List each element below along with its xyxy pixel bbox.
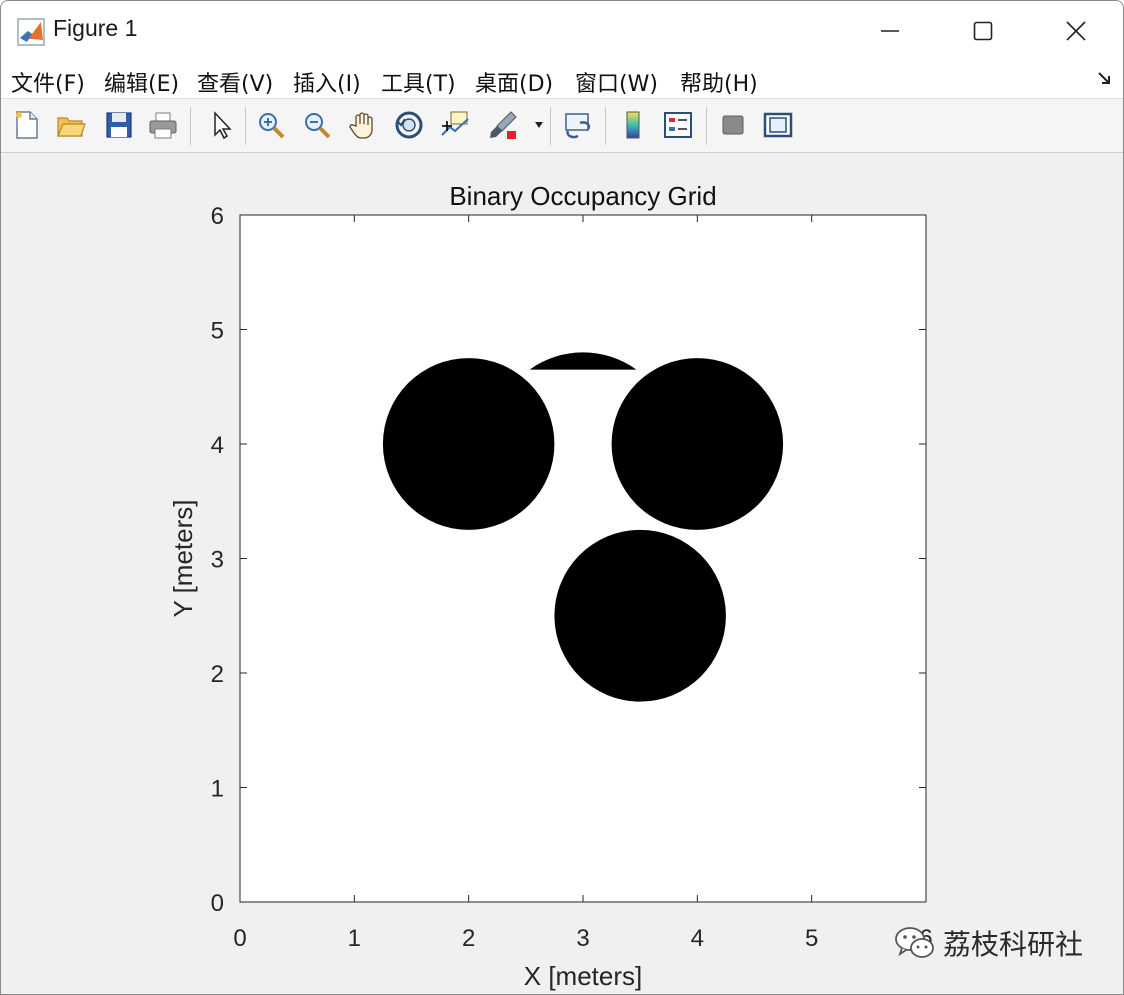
rotate-3d-button[interactable] — [391, 107, 427, 143]
y-tick-label: 1 — [211, 776, 224, 803]
y-tick-label: 0 — [211, 890, 224, 917]
link-plot-icon — [565, 113, 591, 139]
y-tick-label: 5 — [211, 318, 224, 345]
open-file-icon — [57, 117, 86, 137]
menu-desktop[interactable]: 桌面(D) — [475, 66, 553, 98]
legend-icon — [664, 112, 692, 138]
hide-plot-tools-button[interactable] — [715, 107, 751, 143]
menu-help[interactable]: 帮助(H) — [680, 66, 758, 98]
data-cursor-button[interactable] — [437, 107, 473, 143]
rotate-3d-icon — [395, 111, 423, 139]
x-tick-label: 0 — [233, 925, 246, 952]
close-icon — [1066, 21, 1086, 41]
zoom-out-button[interactable] — [299, 107, 335, 143]
toolbar-separator — [245, 107, 246, 145]
matlab-logo-icon — [17, 18, 45, 46]
window-title: Figure 1 — [53, 15, 138, 41]
minimize-button[interactable] — [843, 1, 937, 61]
obstacle-circle-3 — [554, 529, 726, 702]
brush-dropdown-arrow-icon[interactable] — [534, 121, 544, 129]
y-tick-label: 6 — [211, 203, 224, 230]
minimize-icon — [881, 30, 899, 32]
y-tick-label: 2 — [211, 661, 224, 688]
brush-icon — [490, 111, 517, 139]
link-plot-button[interactable] — [560, 107, 596, 143]
brush-button[interactable] — [485, 107, 521, 143]
print-icon — [149, 112, 177, 139]
pointer-icon — [214, 111, 232, 140]
hide-plot-tools-icon — [722, 115, 744, 135]
x-tick-label: 4 — [691, 925, 704, 952]
menu-window[interactable]: 窗口(W) — [575, 66, 658, 98]
y-axis-label: Y [meters] — [168, 499, 198, 617]
zoom-in-icon — [259, 113, 285, 139]
data-cursor-icon — [441, 111, 469, 136]
toolbar-separator — [190, 107, 191, 145]
wechat-icon — [895, 927, 934, 958]
colorbar-button[interactable] — [615, 107, 651, 143]
x-tick-label: 5 — [805, 925, 818, 952]
pan-button[interactable] — [345, 107, 381, 143]
watermark-text: 荔枝科研社 — [943, 928, 1084, 961]
show-plot-tools-button[interactable] — [760, 107, 796, 143]
print-button[interactable] — [145, 107, 181, 143]
pan-hand-icon — [349, 112, 373, 139]
plot-title: Binary Occupancy Grid — [449, 181, 716, 211]
figure-canvas: 01234560123456 Binary Occupancy Grid X [… — [5, 153, 1119, 991]
show-plot-tools-icon — [763, 112, 793, 138]
new-figure-icon — [16, 111, 38, 139]
zoom-out-icon — [305, 113, 331, 139]
open-file-button[interactable] — [53, 107, 89, 143]
zoom-in-button[interactable] — [253, 107, 289, 143]
maximize-icon — [973, 21, 993, 41]
new-figure-button[interactable] — [9, 107, 45, 143]
select-button[interactable] — [203, 107, 239, 143]
legend-button[interactable] — [660, 107, 696, 143]
close-button[interactable] — [1029, 1, 1123, 61]
menu-edit[interactable]: 编辑(E) — [104, 66, 179, 98]
y-tick-label: 4 — [211, 432, 224, 459]
maximize-button[interactable] — [936, 1, 1030, 61]
title-bar: Figure 1 — [1, 1, 1123, 61]
menu-view[interactable]: 查看(V) — [197, 66, 273, 98]
obstacle-circle-1 — [382, 358, 555, 530]
save-button[interactable] — [101, 107, 137, 143]
y-tick-label: 3 — [211, 547, 224, 574]
occupancy-grid-plot[interactable]: 0 1 2 3 4 5 60123456 Binary Occupancy Grid X [… — [5, 153, 1119, 991]
obstacle-circle-2 — [611, 358, 784, 530]
toolbar-separator — [550, 107, 551, 145]
x-tick-label: 3 — [576, 925, 589, 952]
menu-file[interactable]: 文件(F) — [11, 66, 85, 98]
x-tick-label: 1 — [348, 925, 361, 952]
colorbar-icon — [626, 111, 640, 139]
menu-bar: 文件(F) 编辑(E) 查看(V) 插入(I) 工具(T) 桌面(D) 窗口(W… — [1, 61, 1123, 99]
dock-figure-icon[interactable] — [1097, 71, 1113, 87]
menu-tools[interactable]: 工具(T) — [381, 66, 456, 98]
toolbar-separator — [706, 107, 707, 145]
figure-window: Figure 1 文件(F) 编辑(E) 查看(V) 插入(I) 工具(T) 桌… — [0, 0, 1124, 995]
save-icon — [106, 112, 132, 138]
x-axis-label: X [meters] — [524, 961, 642, 991]
watermark: 荔枝科研社 — [893, 923, 1083, 963]
x-tick-label: 2 — [462, 925, 475, 952]
menu-insert[interactable]: 插入(I) — [293, 66, 361, 98]
toolbar-separator — [605, 107, 606, 145]
figure-toolbar — [1, 99, 1123, 153]
